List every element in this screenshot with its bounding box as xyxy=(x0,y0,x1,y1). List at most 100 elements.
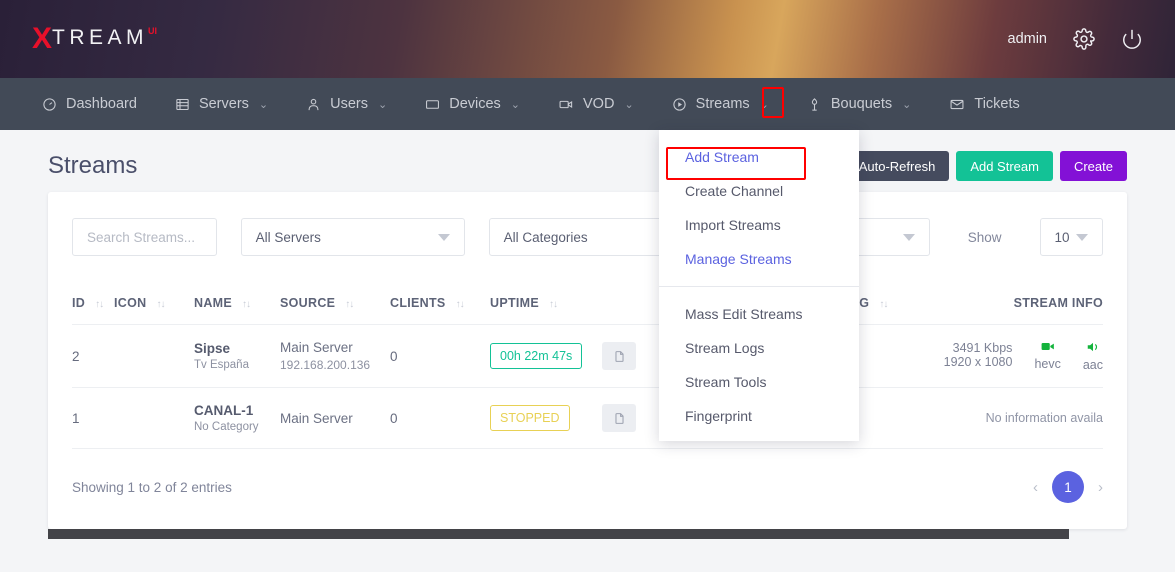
menu-item-manage-streams[interactable]: Manage Streams xyxy=(659,242,859,276)
col-uptime-label: UPTIME xyxy=(490,296,540,310)
category-filter-value: All Categories xyxy=(503,229,588,245)
nav-item-tickets[interactable]: Tickets xyxy=(949,78,1020,130)
cell-uptime: STOPPED xyxy=(490,387,602,449)
table-footer: Showing 1 to 2 of 2 entries ‹ 1 › xyxy=(72,449,1103,529)
nav-label-vod: VOD xyxy=(583,96,615,112)
col-uptime[interactable]: UPTIME ↑↓ xyxy=(490,284,602,325)
row-action-file-icon[interactable] xyxy=(602,404,636,432)
sort-icon: ↑↓ xyxy=(156,299,165,310)
nav-label-tickets: Tickets xyxy=(974,96,1020,112)
page-title: Streams xyxy=(48,152,138,179)
top-right-controls: admin xyxy=(1008,28,1144,50)
col-name-label: NAME xyxy=(194,296,233,310)
nav-item-vod[interactable]: VOD ⌄ xyxy=(558,78,634,130)
chevron-down-icon[interactable]: ⌄ xyxy=(760,98,769,111)
envelope-icon xyxy=(949,97,965,112)
cell-uptime: 00h 22m 47s xyxy=(490,324,602,388)
table-row[interactable]: 1 CANAL-1 No Category Main Server 0 STOP… xyxy=(72,387,1103,449)
chevron-down-icon[interactable]: ⌄ xyxy=(624,98,633,111)
pagination-prev[interactable]: ‹ xyxy=(1033,479,1038,496)
stream-name: Sipse xyxy=(194,341,231,356)
horizontal-scrollbar[interactable] xyxy=(48,529,1069,539)
user-icon xyxy=(306,97,321,112)
stream-icon xyxy=(672,97,687,112)
cell-icon xyxy=(114,324,194,388)
nav-item-users[interactable]: Users ⌄ xyxy=(306,78,387,130)
stream-category: Tv España xyxy=(194,359,249,371)
chevron-down-icon[interactable]: ⌄ xyxy=(378,98,387,111)
nav-item-devices[interactable]: Devices ⌄ xyxy=(425,78,520,130)
col-id[interactable]: ID ↑↓ xyxy=(72,284,114,325)
nav-item-dashboard[interactable]: Dashboard xyxy=(42,78,137,130)
nav-item-servers[interactable]: Servers ⌄ xyxy=(175,78,268,130)
chevron-down-icon xyxy=(437,233,450,241)
chevron-down-icon[interactable]: ⌄ xyxy=(511,98,520,111)
search-input[interactable]: Search Streams... xyxy=(72,218,217,256)
source-ip: 192.168.200.136 xyxy=(280,358,371,372)
streams-card: Search Streams... All Servers All Catego… xyxy=(48,192,1127,539)
menu-item-import-streams[interactable]: Import Streams xyxy=(659,208,859,242)
cell-name: CANAL-1 No Category xyxy=(194,387,280,449)
page-size-value: 10 xyxy=(1054,229,1070,245)
admin-username[interactable]: admin xyxy=(1008,31,1048,47)
power-icon[interactable] xyxy=(1121,28,1143,50)
filter-row: Search Streams... All Servers All Catego… xyxy=(72,218,1103,260)
servers-icon xyxy=(175,97,190,112)
nav-item-streams[interactable]: Streams ⌄ xyxy=(672,78,769,130)
cell-icon xyxy=(114,387,194,449)
stream-bitrate: 3491 Kbps xyxy=(952,340,1013,355)
col-source-label: SOURCE xyxy=(280,296,336,310)
col-icon[interactable]: ICON ↑↓ xyxy=(114,284,194,325)
nav-label-devices: Devices xyxy=(449,96,501,112)
uptime-badge: 00h 22m 47s xyxy=(490,343,583,369)
sort-icon: ↑↓ xyxy=(345,299,354,310)
menu-item-create-channel[interactable]: Create Channel xyxy=(659,174,859,208)
streams-table: ID ↑↓ ICON ↑↓ NAME ↑↓ SOURCE ↑↓ CLIENTS ↑↓ UP… xyxy=(72,284,1103,449)
entries-count: Showing 1 to 2 of 2 entries xyxy=(72,479,232,495)
cell-clients: 0 xyxy=(390,324,490,388)
menu-item-fingerprint[interactable]: Fingerprint xyxy=(659,399,859,433)
row-action-file-icon[interactable] xyxy=(602,342,636,370)
page-size-select[interactable]: 10 xyxy=(1039,218,1103,256)
menu-item-add-stream[interactable]: Add Stream xyxy=(659,140,859,174)
video-icon xyxy=(558,97,574,112)
col-source[interactable]: SOURCE ↑↓ xyxy=(280,284,390,325)
cell-clients: 0 xyxy=(390,387,490,449)
auto-refresh-button[interactable]: Auto-Refresh xyxy=(844,151,950,181)
sort-icon: ↑↓ xyxy=(95,299,104,310)
gear-icon[interactable] xyxy=(1073,28,1095,50)
audio-codec-label: aac xyxy=(1082,357,1103,372)
nav-label-bouquets: Bouquets xyxy=(830,96,893,112)
show-entries-label: Show xyxy=(967,229,1002,245)
video-codec-label: hevc xyxy=(1034,356,1061,371)
table-body: 2 Sipse Tv España Main Server 192.168.20… xyxy=(72,324,1103,449)
sort-icon: ↑↓ xyxy=(879,299,888,310)
nav-item-bouquets[interactable]: Bouquets ⌄ xyxy=(807,78,911,130)
main-navigation: Dashboard Servers ⌄ Users ⌄ Devices ⌄ VO… xyxy=(0,78,1175,130)
stream-name: CANAL-1 xyxy=(194,403,254,418)
cell-name: Sipse Tv España xyxy=(194,324,280,388)
stream-category: No Category xyxy=(194,421,259,433)
cell-id: 2 xyxy=(72,324,114,388)
col-name[interactable]: NAME ↑↓ xyxy=(194,284,280,325)
streams-dropdown-menu: Add Stream Create Channel Import Streams… xyxy=(659,130,859,441)
menu-item-stream-logs[interactable]: Stream Logs xyxy=(659,331,859,365)
pagination-page-1[interactable]: 1 xyxy=(1052,471,1084,503)
menu-item-stream-tools[interactable]: Stream Tools xyxy=(659,365,859,399)
cell-source: Main Server xyxy=(280,387,390,449)
add-stream-button[interactable]: Add Stream xyxy=(956,151,1053,181)
chevron-down-icon[interactable]: ⌄ xyxy=(902,98,911,111)
chevron-down-icon xyxy=(1076,233,1088,241)
table-row[interactable]: 2 Sipse Tv España Main Server 192.168.20… xyxy=(72,324,1103,388)
logo-x-letter: X xyxy=(32,22,53,55)
menu-item-mass-edit-streams[interactable]: Mass Edit Streams xyxy=(659,297,859,331)
xtream-logo[interactable]: X TREAM UI xyxy=(32,24,157,54)
server-filter-select[interactable]: All Servers xyxy=(240,218,465,256)
device-icon xyxy=(425,97,440,112)
chevron-down-icon[interactable]: ⌄ xyxy=(259,98,268,111)
pagination-next[interactable]: › xyxy=(1098,479,1103,496)
create-button[interactable]: Create xyxy=(1059,151,1127,181)
stream-resolution: 1920 x 1080 xyxy=(943,354,1013,369)
col-clients[interactable]: CLIENTS ↑↓ xyxy=(390,284,490,325)
page-container: Streams ⌕ Auto-Refresh Add Stream Create… xyxy=(0,130,1175,539)
